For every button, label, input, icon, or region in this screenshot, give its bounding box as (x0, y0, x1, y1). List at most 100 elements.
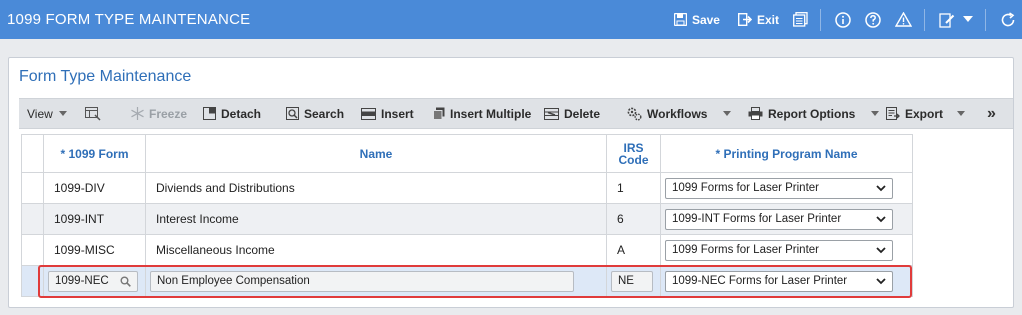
table-header-row: * 1099 Form Name IRS Code * Printing Pro… (21, 134, 913, 173)
chevron-down-icon (876, 216, 886, 223)
export-menu[interactable]: Export (886, 99, 966, 128)
printing-program-select[interactable]: 1099 Forms for Laser Printer (665, 177, 893, 199)
refresh-icon (1001, 11, 1015, 26)
help-icon (865, 11, 881, 28)
printer-icon (748, 107, 763, 120)
form-cell[interactable]: 1099-INT (43, 203, 146, 235)
row-selector[interactable] (21, 265, 44, 297)
more-label: » (987, 104, 996, 122)
save-label: Save (691, 12, 720, 27)
row-selector-header (21, 134, 44, 173)
grid-settings-button[interactable] (85, 99, 106, 128)
freeze-label: Freeze (149, 106, 188, 121)
insert-button[interactable]: Insert (361, 99, 414, 128)
options-dropdown[interactable] (963, 16, 973, 23)
delete-icon (544, 107, 559, 120)
title-bar: 1099 FORM TYPE MAINTENANCE Save Exit (0, 0, 1022, 39)
search-icon (286, 107, 299, 120)
irs-code-input[interactable]: NE (611, 270, 653, 292)
irs-code-header-label: IRS Code (618, 140, 649, 167)
printing-program-select[interactable]: 1099-INT Forms for Laser Printer (665, 208, 893, 230)
report-icon-button[interactable] (793, 12, 808, 27)
delete-button[interactable]: Delete (544, 99, 600, 128)
workflows-menu[interactable]: Workflows (627, 99, 732, 128)
report-icon (793, 12, 808, 27)
insert-multiple-icon (433, 107, 445, 120)
irs-code-cell[interactable]: A (606, 234, 661, 266)
export-icon (886, 107, 900, 120)
printing-program-select[interactable]: 1099-NEC Forms for Laser Printer (665, 270, 893, 292)
name-cell[interactable]: Miscellaneous Income (145, 234, 607, 266)
insert-icon (361, 107, 376, 120)
help-button[interactable] (865, 11, 881, 28)
detach-label: Detach (221, 106, 262, 121)
table-row[interactable]: 1099-MISC Miscellaneous Income A 1099 Fo… (21, 234, 913, 266)
form-cell[interactable]: 1099-DIV (43, 172, 146, 204)
detach-button[interactable]: Detach (203, 99, 261, 128)
printing-program-cell: 1099-INT Forms for Laser Printer (660, 203, 913, 235)
warning-button[interactable] (895, 12, 912, 27)
column-header-name[interactable]: Name (145, 134, 607, 173)
warning-icon (895, 12, 912, 27)
insert-label: Insert (381, 106, 414, 121)
freeze-button[interactable]: Freeze (131, 99, 187, 128)
row-selector[interactable] (21, 172, 44, 204)
form-input-value: 1099-NEC (55, 275, 109, 287)
chevron-down-icon (876, 185, 886, 192)
search-label: Search (304, 106, 345, 121)
exit-label: Exit (756, 12, 779, 27)
edit-icon (939, 12, 955, 28)
table-row[interactable]: 1099-DIV Diviends and Distributions 1 10… (21, 172, 913, 204)
name-cell[interactable]: Diviends and Distributions (145, 172, 607, 204)
chevron-down-icon (58, 111, 67, 116)
save-button[interactable]: Save (673, 12, 720, 27)
grid-settings-icon (85, 106, 101, 121)
irs-code-cell[interactable]: 1 (606, 172, 661, 204)
info-button[interactable] (835, 11, 851, 28)
info-icon (835, 11, 851, 28)
view-label: View (27, 106, 53, 121)
name-cell[interactable]: Interest Income (145, 203, 607, 235)
more-button[interactable]: » (987, 99, 996, 128)
printing-program-select[interactable]: 1099 Forms for Laser Printer (665, 239, 893, 261)
form-cell[interactable]: 1099-MISC (43, 234, 146, 266)
edit-button[interactable] (939, 12, 955, 28)
row-selector[interactable] (21, 234, 44, 266)
printing-program-value: 1099 Forms for Laser Printer (672, 182, 820, 194)
irs-code-cell: NE (606, 265, 661, 297)
form-input[interactable]: 1099-NEC (48, 270, 138, 292)
column-header-irs-code[interactable]: IRS Code (606, 134, 661, 173)
report-options-label: Report Options (768, 106, 856, 121)
column-header-printing-program[interactable]: * Printing Program Name (660, 134, 913, 173)
export-label: Export (905, 106, 944, 121)
printing-program-cell: 1099 Forms for Laser Printer (660, 234, 913, 266)
report-options-menu[interactable]: Report Options (748, 99, 880, 128)
exit-icon (737, 13, 752, 26)
delete-label: Delete (564, 106, 601, 121)
form-cell: 1099-NEC (43, 265, 146, 297)
separator (924, 8, 925, 31)
panel-title: Form Type Maintenance (19, 68, 192, 85)
name-input[interactable]: Non Employee Compensation (150, 270, 574, 292)
table-row-selected[interactable]: 1099-NEC Non Employee Compensation NE 10… (21, 265, 913, 297)
exit-button[interactable]: Exit (737, 12, 779, 27)
name-cell: Non Employee Compensation (145, 265, 607, 297)
chevron-down-icon (876, 247, 886, 254)
detach-icon (203, 107, 216, 120)
irs-code-cell[interactable]: 6 (606, 203, 661, 235)
search-button[interactable]: Search (286, 99, 344, 128)
chevron-down-icon (963, 16, 973, 22)
refresh-button[interactable] (1000, 11, 1016, 28)
chevron-down-icon (876, 278, 886, 285)
name-input-value: Non Employee Compensation (157, 275, 310, 287)
row-selector[interactable] (21, 203, 44, 235)
separator (985, 8, 986, 31)
table-row[interactable]: 1099-INT Interest Income 6 1099-INT Form… (21, 203, 913, 235)
freeze-icon (131, 107, 144, 120)
printing-program-cell: 1099 Forms for Laser Printer (660, 172, 913, 204)
window-title: 1099 FORM TYPE MAINTENANCE (7, 11, 251, 28)
column-header-1099-form[interactable]: * 1099 Form (43, 134, 146, 173)
view-menu[interactable]: View (27, 99, 67, 128)
insert-multiple-button[interactable]: Insert Multiple (433, 99, 531, 128)
insert-multiple-label: Insert Multiple (450, 106, 532, 121)
